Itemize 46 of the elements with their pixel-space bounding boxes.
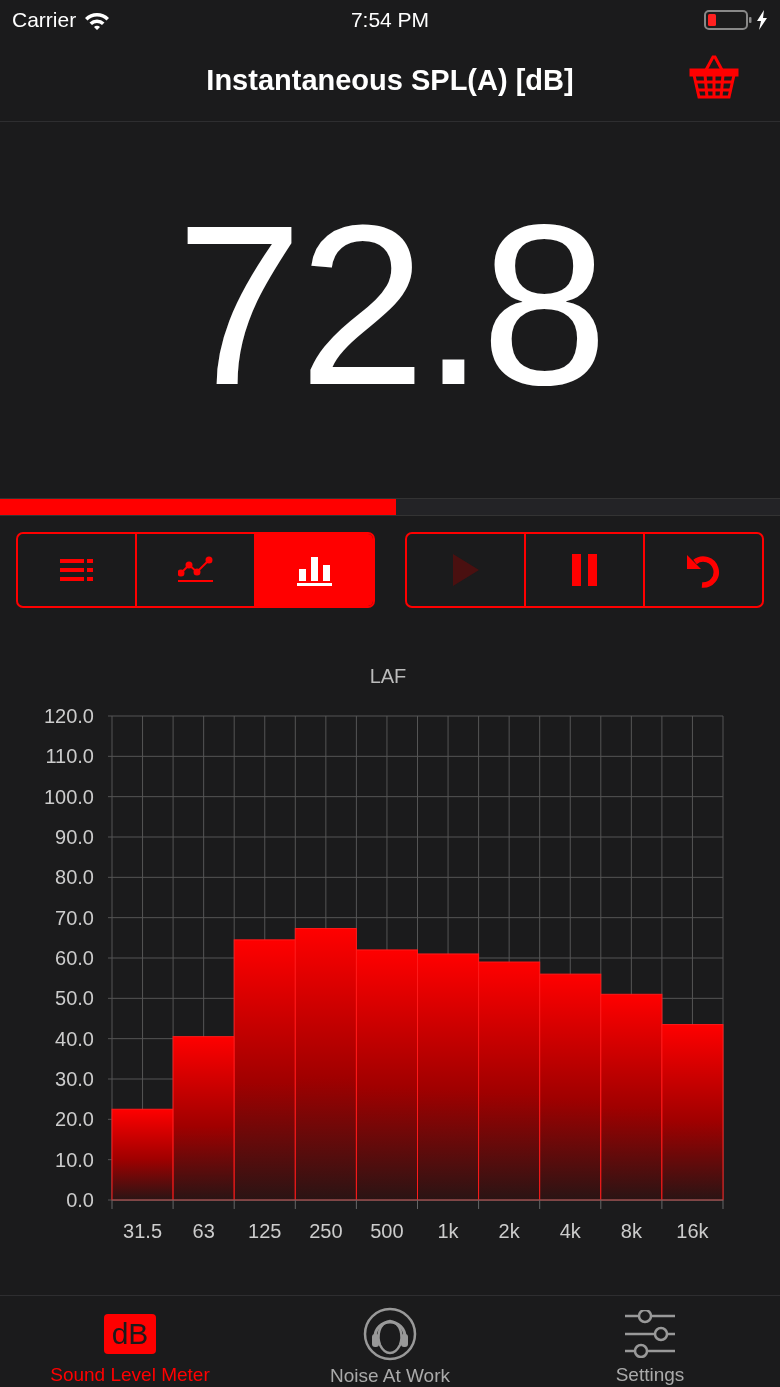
sliders-icon <box>624 1309 676 1358</box>
axis-label: 2k <box>498 1220 520 1242</box>
pause-icon <box>571 554 598 586</box>
play-icon <box>450 554 481 586</box>
axis-label: 120.0 <box>43 705 94 727</box>
axis-label: 250 <box>309 1220 343 1242</box>
tab-label: Sound Level Meter <box>50 1364 210 1386</box>
carrier-name: Carrier <box>12 8 77 32</box>
axis-label: 110.0 <box>45 745 94 768</box>
chart-title: LAF <box>369 665 407 687</box>
axis-label: 125 <box>248 1220 282 1242</box>
axis-label: 70.0 <box>55 906 94 929</box>
battery-icon <box>704 9 752 31</box>
decibel-icon: dB <box>104 1313 156 1354</box>
basket-icon[interactable] <box>688 53 740 101</box>
axis-label: 16k <box>676 1220 709 1242</box>
sound-level-reading: 72.8 <box>176 191 604 419</box>
axis-label: 40.0 <box>55 1027 94 1050</box>
axis-label: 500 <box>370 1220 404 1242</box>
axis-label: 1k <box>437 1220 459 1242</box>
axis-label: 4k <box>559 1220 581 1242</box>
tab-button[interactable]: dB Sound Level Meter <box>0 1296 260 1387</box>
axis-label: 50.0 <box>55 987 94 1010</box>
axis-label: 20.0 <box>55 1108 94 1131</box>
tab-button[interactable]: Settings <box>520 1296 780 1387</box>
wifi-icon <box>84 10 111 30</box>
axis-label: 100.0 <box>43 785 94 808</box>
axis-label: 90.0 <box>55 826 94 848</box>
axis-label: 31.5 <box>123 1220 162 1242</box>
screen-title: Instantaneous SPL(A) [dB] <box>206 64 574 97</box>
axis-label: 60.0 <box>55 947 94 969</box>
ear-protection-icon <box>363 1307 417 1361</box>
list-icon <box>59 558 94 582</box>
tab-label: Settings <box>615 1364 685 1386</box>
axis-label: 10.0 <box>55 1148 94 1171</box>
charging-icon <box>756 10 768 30</box>
bar-view-button[interactable] <box>254 534 373 606</box>
tab-label: Noise At Work <box>330 1365 450 1387</box>
axis-label: 0.0 <box>66 1189 94 1211</box>
line-chart-icon <box>177 556 214 584</box>
axis-label: 80.0 <box>55 866 94 889</box>
tab-button[interactable]: Noise At Work <box>260 1296 520 1387</box>
axis-label: 8k <box>620 1220 642 1242</box>
axis-label: 30.0 <box>55 1068 94 1090</box>
clock-time: 7:54 PM <box>350 8 430 31</box>
axis-label: 63 <box>192 1220 215 1242</box>
